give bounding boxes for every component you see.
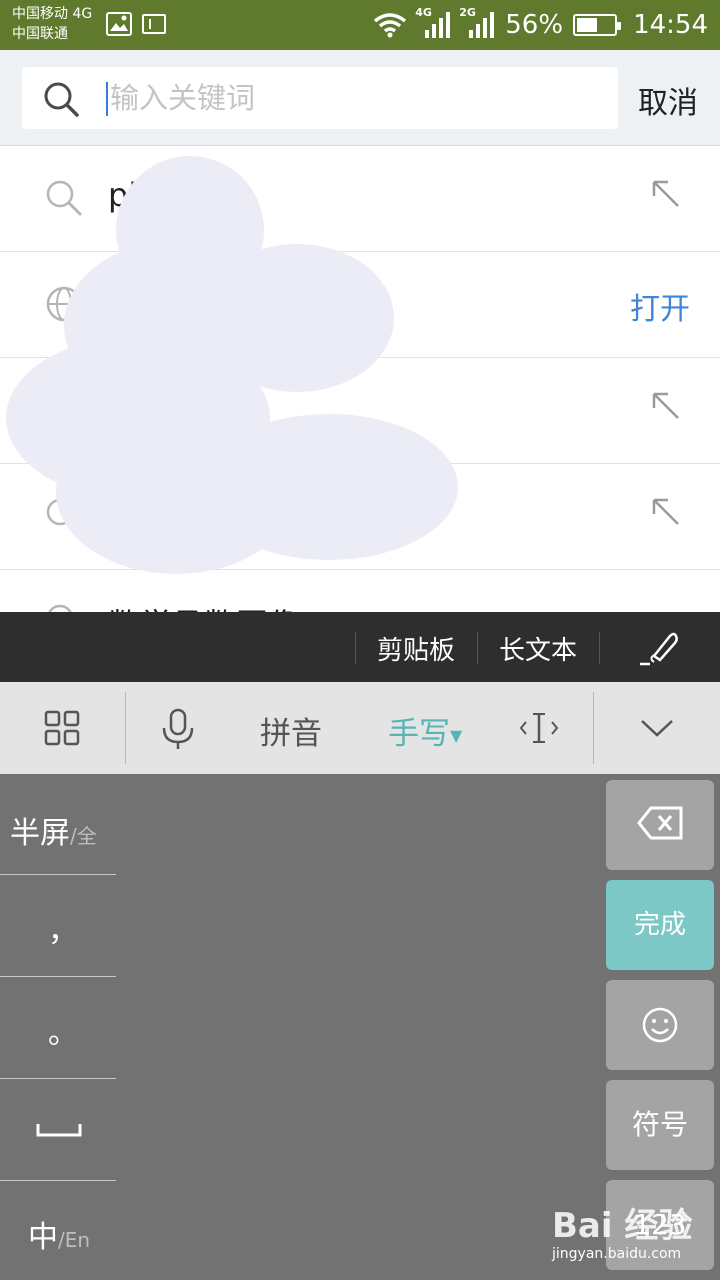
signal-icon: 4G	[415, 6, 451, 38]
long-text-button[interactable]: 长文本	[499, 630, 577, 667]
cancel-button[interactable]: 取消	[638, 78, 698, 122]
pen-icon[interactable]	[636, 628, 682, 668]
space-key[interactable]	[0, 1080, 116, 1181]
sim-icon	[142, 14, 166, 34]
carrier-1: 中国移动 4G	[12, 6, 93, 22]
wifi-icon	[374, 13, 407, 38]
done-key[interactable]: 完成	[606, 880, 714, 970]
handwriting-tab[interactable]: 手写▼	[388, 708, 462, 753]
chevron-down-icon[interactable]	[640, 718, 674, 738]
status-bar: 中国移动 4G 中国联通 4G 2G 56% 14:54	[0, 0, 720, 50]
text-cursor	[106, 82, 108, 116]
search-box[interactable]	[22, 67, 618, 129]
grid-icon[interactable]	[44, 710, 80, 746]
handwriting-label: 手写	[388, 716, 450, 752]
fill-arrow-icon[interactable]	[650, 178, 682, 210]
signal-1-label: 4G	[415, 6, 432, 19]
status-right: 4G 2G 56% 14:54	[373, 0, 708, 50]
keyboard-toolbar: 拼音 手写▼	[0, 682, 720, 774]
signal-2-label: 2G	[459, 6, 476, 19]
battery-percent: 56%	[505, 10, 564, 40]
search-icon	[44, 82, 79, 117]
backspace-key[interactable]	[606, 780, 714, 870]
search-input[interactable]	[110, 77, 590, 119]
clock: 14:54	[633, 10, 708, 40]
pinyin-tab[interactable]: 拼音	[260, 708, 322, 753]
symbols-key[interactable]: 符号	[606, 1080, 714, 1170]
watermark-logo: Bai 经验	[552, 1206, 693, 1246]
space-icon	[36, 1124, 82, 1137]
half-screen-key[interactable]: 半屏/全	[0, 774, 116, 875]
carrier-info: 中国移动 4G 中国联通	[12, 4, 92, 44]
backspace-icon	[637, 806, 683, 840]
screen: 中国移动 4G 中国联通 4G 2G 56% 14:54 输入关键词 取消 pi…	[0, 0, 720, 1280]
signal-icon: 2G	[459, 6, 495, 38]
battery-icon	[573, 14, 622, 36]
clipboard-button[interactable]: 剪贴板	[377, 630, 455, 667]
smiley-icon	[642, 1007, 678, 1043]
lang-zh-label: 中	[28, 1220, 58, 1255]
period-label: 。	[48, 1016, 78, 1051]
cursor-move-icon[interactable]	[518, 710, 560, 746]
open-link-button[interactable]: 打开	[630, 284, 690, 328]
emoji-key[interactable]	[606, 980, 714, 1070]
fill-arrow-icon[interactable]	[650, 390, 682, 422]
lang-en-label: /En	[58, 1228, 91, 1252]
half-screen-label: 半屏	[10, 816, 70, 851]
period-key[interactable]: 。	[0, 978, 116, 1079]
carrier-2: 中国联通	[12, 26, 68, 42]
search-header: 取消	[0, 50, 720, 146]
language-switch-key[interactable]: 中/En	[0, 1182, 116, 1280]
watermark-url: jingyan.baidu.com	[552, 1246, 682, 1262]
suggestion-row[interactable]: pi	[0, 146, 720, 252]
image-icon	[106, 12, 132, 36]
caret-down-icon: ▼	[450, 726, 463, 745]
left-key-column: 半屏/全 ， 。 中/En	[0, 774, 116, 1280]
comma-label: ，	[48, 914, 78, 949]
full-screen-label: /全	[70, 824, 97, 848]
fill-arrow-icon[interactable]	[650, 496, 682, 528]
comma-key[interactable]: ，	[0, 876, 116, 977]
search-icon	[46, 180, 82, 216]
ime-toolbar: 剪贴板 长文本	[0, 612, 720, 682]
microphone-icon[interactable]	[160, 708, 196, 750]
